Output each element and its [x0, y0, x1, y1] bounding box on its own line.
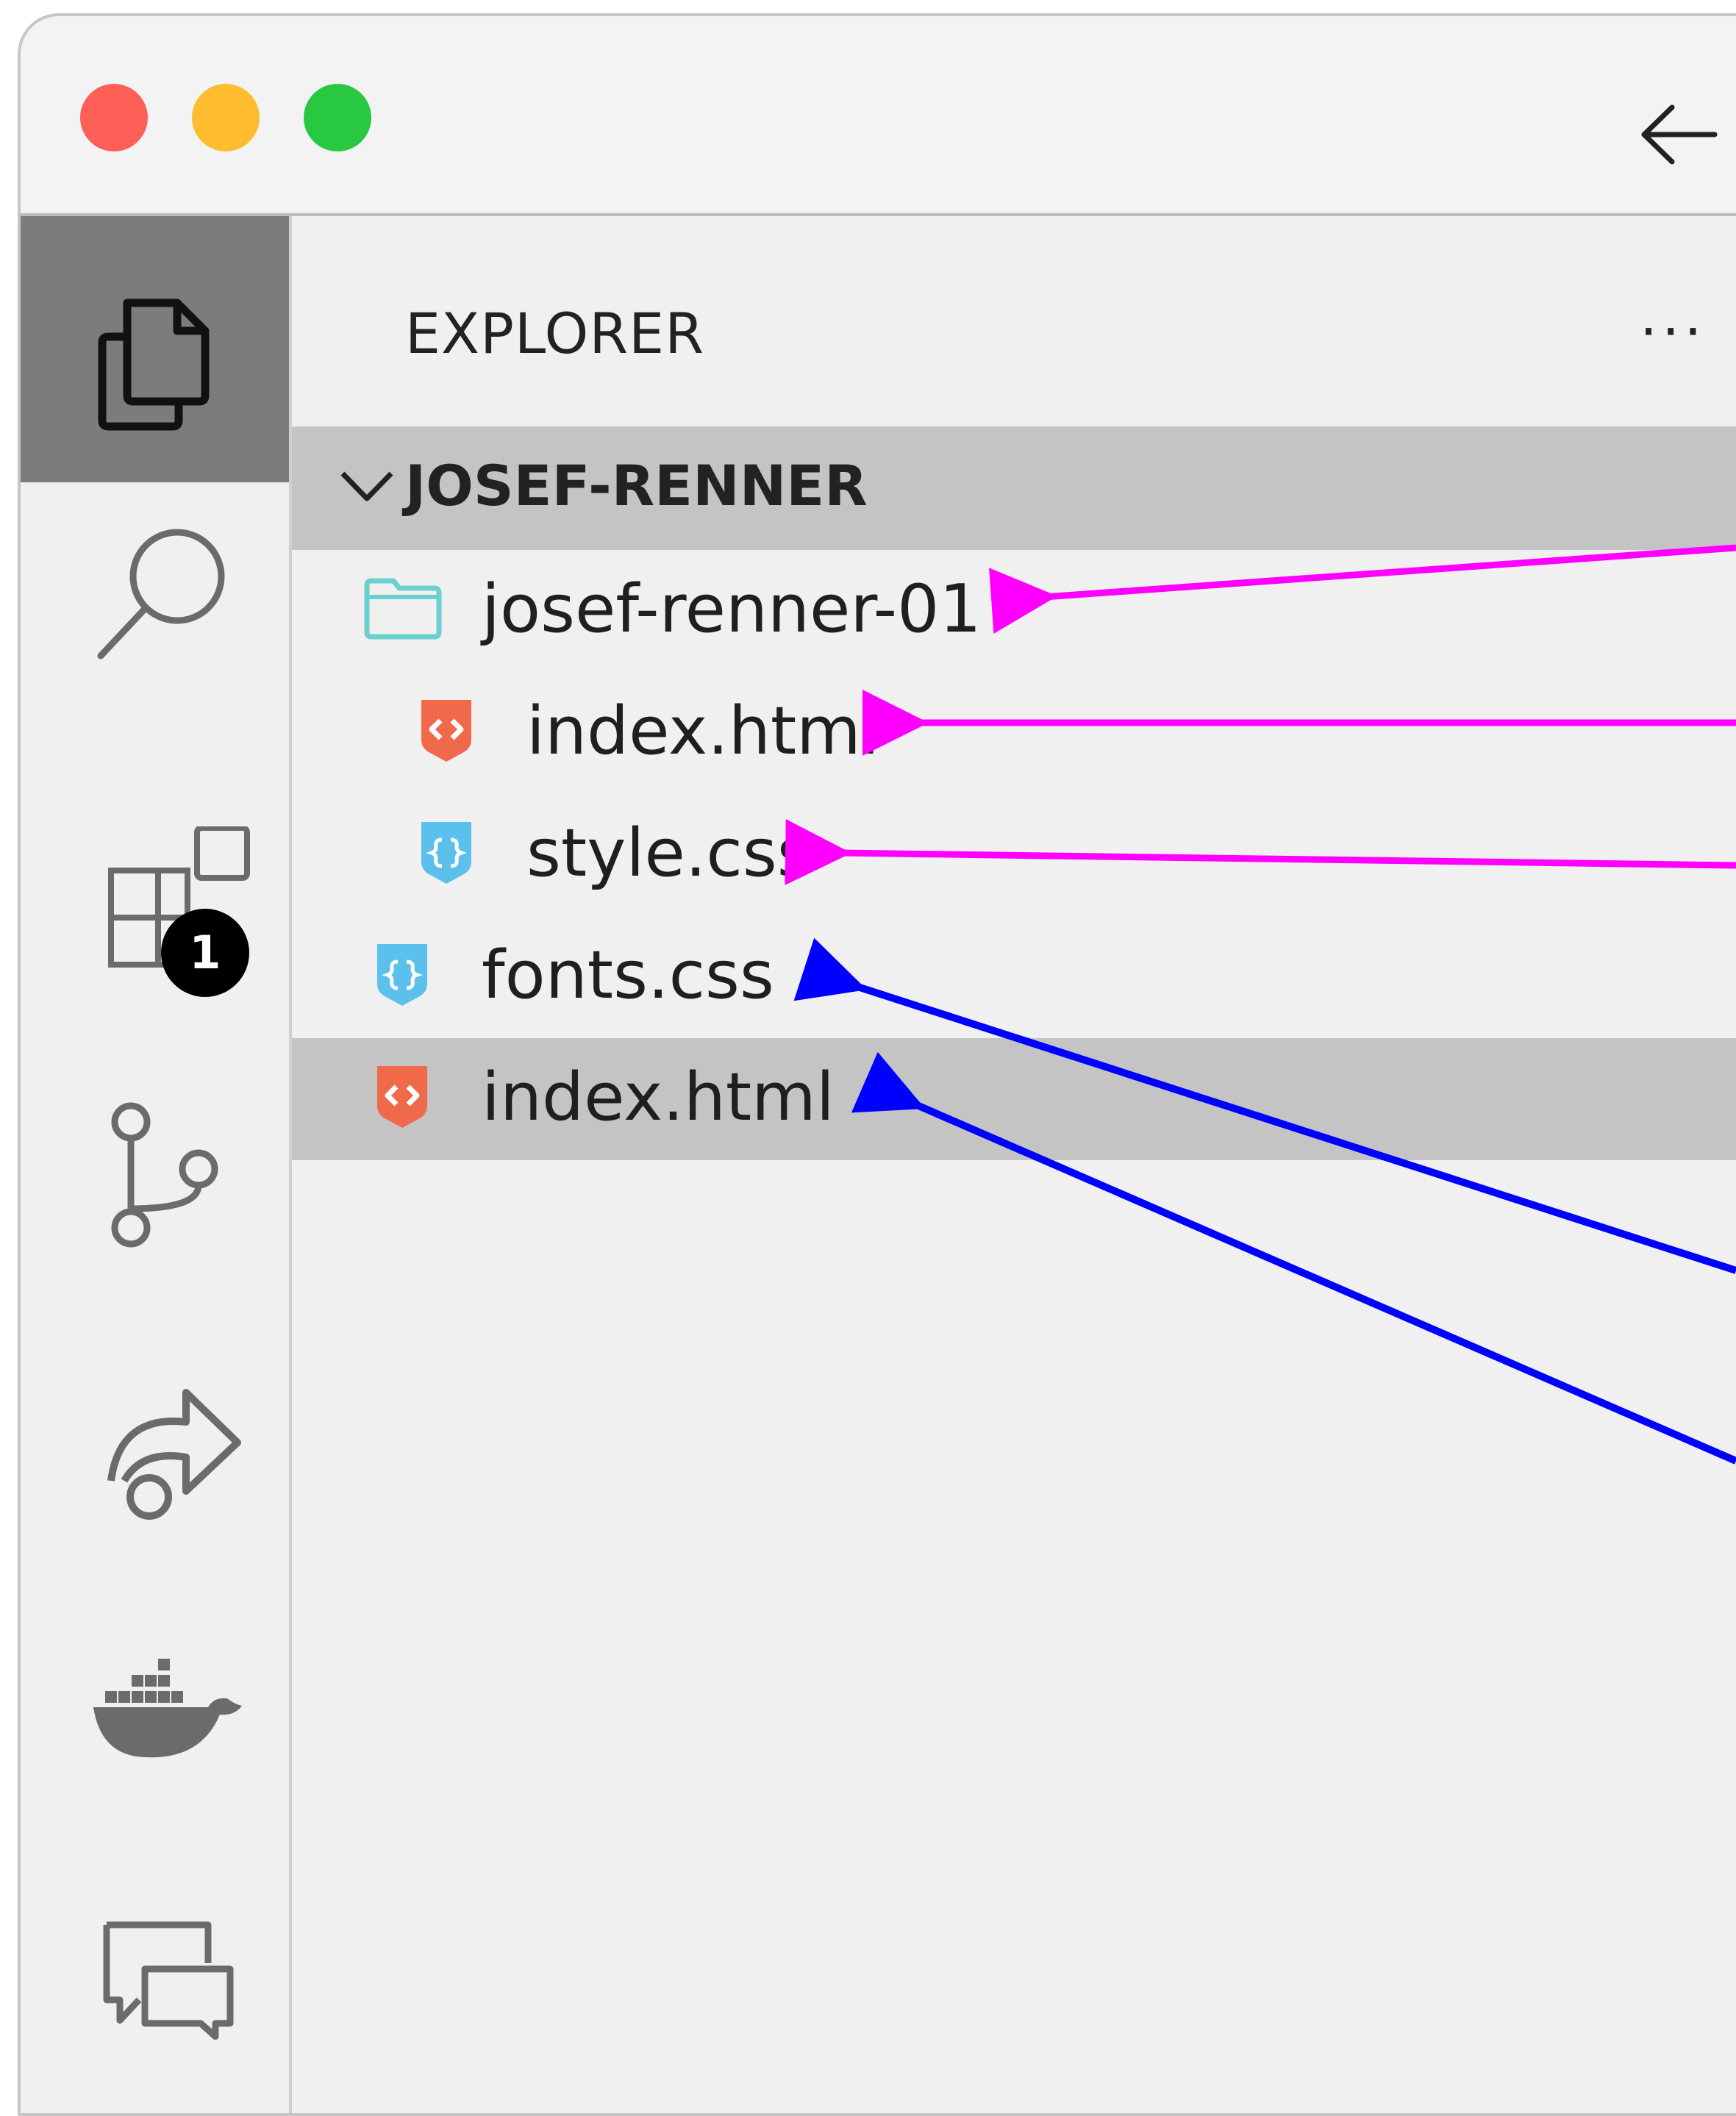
root-folder-header[interactable]: JOSEF-RENNER: [292, 426, 1736, 550]
explorer-sidebar: EXPLORER ··· JOSEF-RENNER josef-renner-0…: [292, 216, 1736, 2113]
title-bar: [21, 16, 1736, 216]
tree-item-label: style.css: [526, 815, 812, 892]
source-control-icon: [111, 1102, 218, 1248]
activity-search[interactable]: [21, 525, 289, 660]
css-file-icon: [377, 944, 427, 1006]
extensions-badge: 1: [161, 909, 249, 997]
html-file-icon: [421, 700, 471, 762]
close-button[interactable]: [80, 84, 148, 151]
css-file-icon: [421, 822, 471, 884]
minimize-button[interactable]: [192, 84, 260, 151]
activity-bar: 1: [21, 216, 292, 2113]
tree-item-label: josef-renner-01: [482, 571, 982, 648]
tree-item-file[interactable]: fonts.css: [292, 916, 1736, 1038]
root-folder-label: JOSEF-RENNER: [405, 453, 868, 518]
tree-item-file[interactable]: index.html: [292, 672, 1736, 794]
folder-icon: [364, 578, 442, 640]
activity-extensions[interactable]: [21, 826, 289, 968]
activity-source-control[interactable]: [21, 1098, 289, 1248]
activity-live-share[interactable]: [21, 1370, 289, 1520]
activity-docker[interactable]: [21, 1650, 289, 1782]
files-icon: [98, 299, 210, 431]
app-window: 1 EXPLORER ··· JOSEF-RENNER josef-renner…: [18, 13, 1736, 2116]
activity-explorer[interactable]: [21, 216, 289, 482]
activity-comments[interactable]: [21, 1915, 289, 2047]
tree-item-label: fonts.css: [482, 937, 774, 1014]
explorer-title: EXPLORER: [405, 301, 704, 366]
tree-item-folder[interactable]: josef-renner-01: [292, 550, 1736, 672]
docker-icon: [93, 1659, 242, 1758]
more-actions-button[interactable]: ···: [1640, 299, 1706, 364]
search-icon: [97, 529, 225, 660]
chevron-down-icon: [340, 471, 393, 501]
arrow-left-icon[interactable]: [1638, 101, 1719, 168]
tree-item-label: index.html: [526, 693, 879, 770]
comments-icon: [103, 1921, 234, 2040]
tree-item-label: index.html: [482, 1059, 835, 1136]
zoom-button[interactable]: [304, 84, 371, 151]
tree-item-file[interactable]: style.css: [292, 794, 1736, 916]
tree-item-file-selected[interactable]: index.html: [292, 1038, 1736, 1160]
live-share-icon: [107, 1389, 241, 1520]
html-file-icon: [377, 1066, 427, 1128]
